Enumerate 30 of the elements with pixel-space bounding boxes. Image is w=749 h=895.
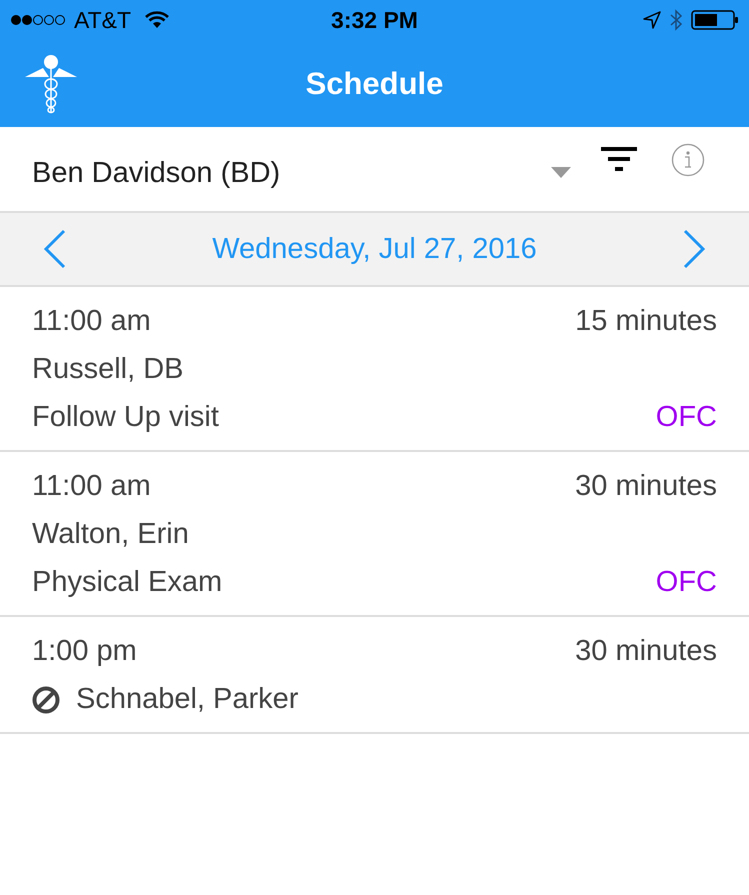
caret-icon <box>551 167 571 179</box>
location-code: OFC <box>656 401 717 434</box>
appointment-time: 11:00 am <box>32 470 151 503</box>
patient-name: Schnabel, Parker <box>76 683 298 716</box>
screen-title: Schedule <box>306 66 444 102</box>
bluetooth-icon <box>669 9 683 31</box>
appointment-duration: 30 minutes <box>575 635 717 668</box>
appointment-duration: 30 minutes <box>575 470 717 503</box>
info-icon[interactable] <box>671 143 705 177</box>
filter-icon[interactable] <box>601 147 637 173</box>
status-time: 3:32 PM <box>331 6 418 34</box>
signal-icon <box>10 14 66 26</box>
visit-type: Physical Exam <box>32 566 222 599</box>
provider-dropdown[interactable]: Ben Davidson (BD) <box>32 156 601 190</box>
battery-icon <box>691 9 739 31</box>
appointment-duration: 15 minutes <box>575 305 717 338</box>
appointment-row[interactable]: 1:00 pm 30 minutes Schnabel, Parker <box>0 617 749 734</box>
location-arrow-icon <box>643 11 661 29</box>
carrier-name: AT&T <box>74 6 132 34</box>
patient-name: Walton, Erin <box>32 518 189 551</box>
schedule-date: Wednesday, Jul 27, 2016 <box>212 232 537 266</box>
location-code: OFC <box>656 566 717 599</box>
caduceus-icon <box>23 54 79 114</box>
appointment-row[interactable]: 11:00 am 30 minutes Walton, Erin Physical Exam OFC <box>0 452 749 617</box>
appointment-time: 11:00 am <box>32 305 151 338</box>
appointment-time: 1:00 pm <box>32 635 137 668</box>
patient-name: Russell, DB <box>32 353 184 386</box>
visit-type: Follow Up visit <box>32 401 219 434</box>
appointment-row[interactable]: 11:00 am 15 minutes Russell, DB Follow Up visit OFC <box>0 287 749 452</box>
wifi-icon <box>145 11 170 29</box>
